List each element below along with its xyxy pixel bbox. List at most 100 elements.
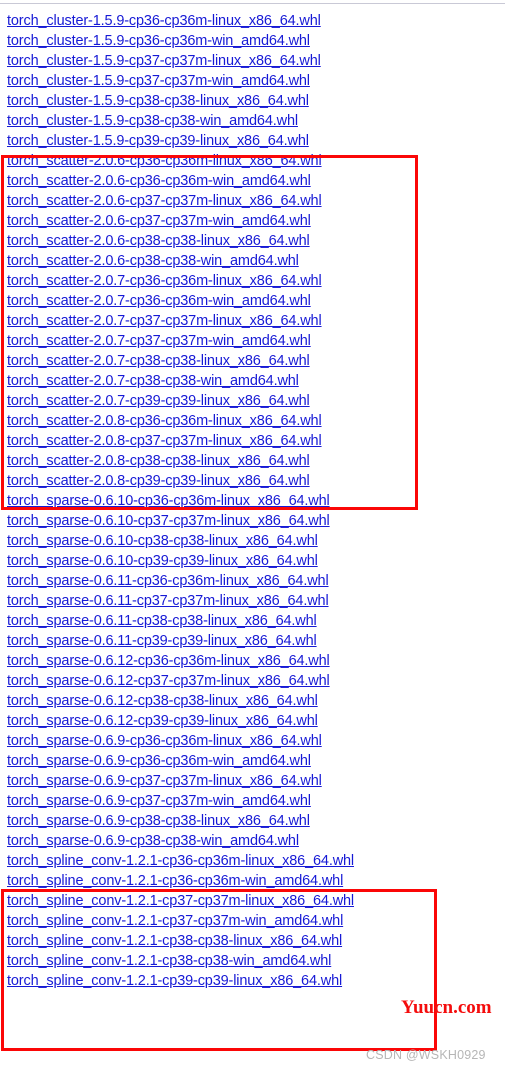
file-link[interactable]: torch_scatter-2.0.7-cp36-cp36m-win_amd64… bbox=[7, 293, 311, 309]
file-link[interactable]: torch_scatter-2.0.8-cp38-cp38-linux_x86_… bbox=[7, 453, 310, 469]
file-list-item[interactable]: torch_scatter-2.0.6-cp36-cp36m-linux_x86… bbox=[0, 151, 505, 171]
file-link[interactable]: torch_sparse-0.6.9-cp38-cp38-win_amd64.w… bbox=[7, 833, 299, 849]
wheel-file-list: torch_cluster-1.5.9-cp36-cp36m-linux_x86… bbox=[0, 11, 505, 991]
file-link[interactable]: torch_scatter-2.0.6-cp36-cp36m-linux_x86… bbox=[7, 153, 322, 169]
file-link[interactable]: torch_cluster-1.5.9-cp38-cp38-linux_x86_… bbox=[7, 93, 309, 109]
file-list-item[interactable]: torch_scatter-2.0.6-cp38-cp38-win_amd64.… bbox=[0, 251, 505, 271]
file-link[interactable]: torch_sparse-0.6.11-cp37-cp37m-linux_x86… bbox=[7, 593, 329, 609]
file-list-item[interactable]: torch_scatter-2.0.6-cp37-cp37m-win_amd64… bbox=[0, 211, 505, 231]
file-list-item[interactable]: torch_sparse-0.6.11-cp36-cp36m-linux_x86… bbox=[0, 571, 505, 591]
file-link[interactable]: torch_sparse-0.6.9-cp37-cp37m-linux_x86_… bbox=[7, 773, 322, 789]
file-list-item[interactable]: torch_sparse-0.6.12-cp37-cp37m-linux_x86… bbox=[0, 671, 505, 691]
file-list-item[interactable]: torch_sparse-0.6.9-cp38-cp38-win_amd64.w… bbox=[0, 831, 505, 851]
file-link[interactable]: torch_scatter-2.0.7-cp36-cp36m-linux_x86… bbox=[7, 273, 322, 289]
file-link[interactable]: torch_sparse-0.6.11-cp38-cp38-linux_x86_… bbox=[7, 613, 317, 629]
file-link[interactable]: torch_spline_conv-1.2.1-cp37-cp37m-win_a… bbox=[7, 913, 343, 929]
file-link[interactable]: torch_scatter-2.0.6-cp37-cp37m-linux_x86… bbox=[7, 193, 322, 209]
file-link[interactable]: torch_sparse-0.6.9-cp36-cp36m-linux_x86_… bbox=[7, 733, 322, 749]
file-list-item[interactable]: torch_scatter-2.0.6-cp36-cp36m-win_amd64… bbox=[0, 171, 505, 191]
file-link[interactable]: torch_sparse-0.6.10-cp37-cp37m-linux_x86… bbox=[7, 513, 330, 529]
file-list-item[interactable]: torch_scatter-2.0.8-cp36-cp36m-linux_x86… bbox=[0, 411, 505, 431]
file-list-item[interactable]: torch_scatter-2.0.7-cp37-cp37m-linux_x86… bbox=[0, 311, 505, 331]
file-list-item[interactable]: torch_sparse-0.6.10-cp37-cp37m-linux_x86… bbox=[0, 511, 505, 531]
file-list-item[interactable]: torch_sparse-0.6.11-cp37-cp37m-linux_x86… bbox=[0, 591, 505, 611]
file-link[interactable]: torch_cluster-1.5.9-cp37-cp37m-win_amd64… bbox=[7, 73, 310, 89]
file-link[interactable]: torch_scatter-2.0.8-cp37-cp37m-linux_x86… bbox=[7, 433, 322, 449]
file-list-item[interactable]: torch_cluster-1.5.9-cp39-cp39-linux_x86_… bbox=[0, 131, 505, 151]
file-list-item[interactable]: torch_scatter-2.0.8-cp38-cp38-linux_x86_… bbox=[0, 451, 505, 471]
file-list-item[interactable]: torch_cluster-1.5.9-cp36-cp36m-linux_x86… bbox=[0, 11, 505, 31]
file-list-item[interactable]: torch_cluster-1.5.9-cp38-cp38-win_amd64.… bbox=[0, 111, 505, 131]
file-link[interactable]: torch_scatter-2.0.8-cp39-cp39-linux_x86_… bbox=[7, 473, 310, 489]
file-link[interactable]: torch_sparse-0.6.10-cp38-cp38-linux_x86_… bbox=[7, 533, 318, 549]
file-list-item[interactable]: torch_cluster-1.5.9-cp38-cp38-linux_x86_… bbox=[0, 91, 505, 111]
file-list-item[interactable]: torch_sparse-0.6.9-cp36-cp36m-win_amd64.… bbox=[0, 751, 505, 771]
file-link[interactable]: torch_spline_conv-1.2.1-cp37-cp37m-linux… bbox=[7, 893, 354, 909]
file-list-item[interactable]: torch_scatter-2.0.8-cp37-cp37m-linux_x86… bbox=[0, 431, 505, 451]
file-list-item[interactable]: torch_sparse-0.6.12-cp36-cp36m-linux_x86… bbox=[0, 651, 505, 671]
file-list-item[interactable]: torch_sparse-0.6.9-cp38-cp38-linux_x86_6… bbox=[0, 811, 505, 831]
file-list-item[interactable]: torch_sparse-0.6.9-cp37-cp37m-linux_x86_… bbox=[0, 771, 505, 791]
file-list-item[interactable]: torch_spline_conv-1.2.1-cp37-cp37m-linux… bbox=[0, 891, 505, 911]
file-list-item[interactable]: torch_sparse-0.6.9-cp37-cp37m-win_amd64.… bbox=[0, 791, 505, 811]
file-link[interactable]: torch_scatter-2.0.6-cp38-cp38-linux_x86_… bbox=[7, 233, 310, 249]
file-link[interactable]: torch_scatter-2.0.6-cp36-cp36m-win_amd64… bbox=[7, 173, 311, 189]
file-list-item[interactable]: torch_sparse-0.6.11-cp38-cp38-linux_x86_… bbox=[0, 611, 505, 631]
file-list-item[interactable]: torch_scatter-2.0.8-cp39-cp39-linux_x86_… bbox=[0, 471, 505, 491]
file-list-item[interactable]: torch_scatter-2.0.6-cp37-cp37m-linux_x86… bbox=[0, 191, 505, 211]
file-link[interactable]: torch_scatter-2.0.6-cp38-cp38-win_amd64.… bbox=[7, 253, 299, 269]
file-link[interactable]: torch_sparse-0.6.12-cp37-cp37m-linux_x86… bbox=[7, 673, 330, 689]
file-link[interactable]: torch_sparse-0.6.11-cp39-cp39-linux_x86_… bbox=[7, 633, 317, 649]
file-list-item[interactable]: torch_scatter-2.0.6-cp38-cp38-linux_x86_… bbox=[0, 231, 505, 251]
file-link[interactable]: torch_sparse-0.6.12-cp38-cp38-linux_x86_… bbox=[7, 693, 318, 709]
file-link[interactable]: torch_sparse-0.6.10-cp39-cp39-linux_x86_… bbox=[7, 553, 318, 569]
file-list-item[interactable]: torch_spline_conv-1.2.1-cp36-cp36m-linux… bbox=[0, 851, 505, 871]
file-list-item[interactable]: torch_cluster-1.5.9-cp37-cp37m-win_amd64… bbox=[0, 71, 505, 91]
file-link[interactable]: torch_sparse-0.6.12-cp39-cp39-linux_x86_… bbox=[7, 713, 318, 729]
file-link[interactable]: torch_spline_conv-1.2.1-cp39-cp39-linux_… bbox=[7, 973, 342, 989]
file-link[interactable]: torch_spline_conv-1.2.1-cp36-cp36m-linux… bbox=[7, 853, 354, 869]
file-link[interactable]: torch_scatter-2.0.7-cp38-cp38-linux_x86_… bbox=[7, 353, 310, 369]
file-link[interactable]: torch_scatter-2.0.7-cp39-cp39-linux_x86_… bbox=[7, 393, 310, 409]
file-link[interactable]: torch_sparse-0.6.12-cp36-cp36m-linux_x86… bbox=[7, 653, 330, 669]
file-link[interactable]: torch_scatter-2.0.6-cp37-cp37m-win_amd64… bbox=[7, 213, 311, 229]
file-link[interactable]: torch_cluster-1.5.9-cp36-cp36m-win_amd64… bbox=[7, 33, 310, 49]
watermark-site: Yuucn.com bbox=[401, 997, 492, 1018]
file-list-item[interactable]: torch_scatter-2.0.7-cp36-cp36m-win_amd64… bbox=[0, 291, 505, 311]
file-list-item[interactable]: torch_scatter-2.0.7-cp39-cp39-linux_x86_… bbox=[0, 391, 505, 411]
file-link[interactable]: torch_scatter-2.0.7-cp38-cp38-win_amd64.… bbox=[7, 373, 299, 389]
file-list-item[interactable]: torch_sparse-0.6.12-cp39-cp39-linux_x86_… bbox=[0, 711, 505, 731]
file-list-item[interactable]: torch_spline_conv-1.2.1-cp37-cp37m-win_a… bbox=[0, 911, 505, 931]
file-list-item[interactable]: torch_spline_conv-1.2.1-cp38-cp38-win_am… bbox=[0, 951, 505, 971]
file-list-item[interactable]: torch_sparse-0.6.12-cp38-cp38-linux_x86_… bbox=[0, 691, 505, 711]
file-link[interactable]: torch_cluster-1.5.9-cp37-cp37m-linux_x86… bbox=[7, 53, 321, 69]
file-list-item[interactable]: torch_cluster-1.5.9-cp36-cp36m-win_amd64… bbox=[0, 31, 505, 51]
file-list-item[interactable]: torch_scatter-2.0.7-cp36-cp36m-linux_x86… bbox=[0, 271, 505, 291]
file-link[interactable]: torch_sparse-0.6.9-cp36-cp36m-win_amd64.… bbox=[7, 753, 311, 769]
file-list-item[interactable]: torch_sparse-0.6.10-cp36-cp36m-linux_x86… bbox=[0, 491, 505, 511]
file-list-item[interactable]: torch_spline_conv-1.2.1-cp39-cp39-linux_… bbox=[0, 971, 505, 991]
file-list-item[interactable]: torch_sparse-0.6.9-cp36-cp36m-linux_x86_… bbox=[0, 731, 505, 751]
file-link[interactable]: torch_spline_conv-1.2.1-cp36-cp36m-win_a… bbox=[7, 873, 343, 889]
file-link[interactable]: torch_scatter-2.0.7-cp37-cp37m-win_amd64… bbox=[7, 333, 311, 349]
file-list-item[interactable]: torch_sparse-0.6.10-cp39-cp39-linux_x86_… bbox=[0, 551, 505, 571]
file-link[interactable]: torch_sparse-0.6.11-cp36-cp36m-linux_x86… bbox=[7, 573, 329, 589]
file-link[interactable]: torch_sparse-0.6.9-cp37-cp37m-win_amd64.… bbox=[7, 793, 311, 809]
file-link[interactable]: torch_sparse-0.6.10-cp36-cp36m-linux_x86… bbox=[7, 493, 330, 509]
file-list-item[interactable]: torch_sparse-0.6.10-cp38-cp38-linux_x86_… bbox=[0, 531, 505, 551]
file-link[interactable]: torch_cluster-1.5.9-cp38-cp38-win_amd64.… bbox=[7, 113, 298, 129]
file-link[interactable]: torch_spline_conv-1.2.1-cp38-cp38-linux_… bbox=[7, 933, 342, 949]
file-list-item[interactable]: torch_spline_conv-1.2.1-cp38-cp38-linux_… bbox=[0, 931, 505, 951]
file-link[interactable]: torch_scatter-2.0.7-cp37-cp37m-linux_x86… bbox=[7, 313, 322, 329]
file-list-item[interactable]: torch_sparse-0.6.11-cp39-cp39-linux_x86_… bbox=[0, 631, 505, 651]
file-link[interactable]: torch_cluster-1.5.9-cp39-cp39-linux_x86_… bbox=[7, 133, 309, 149]
file-link[interactable]: torch_sparse-0.6.9-cp38-cp38-linux_x86_6… bbox=[7, 813, 310, 829]
file-link[interactable]: torch_scatter-2.0.8-cp36-cp36m-linux_x86… bbox=[7, 413, 322, 429]
file-link[interactable]: torch_cluster-1.5.9-cp36-cp36m-linux_x86… bbox=[7, 13, 321, 29]
file-list-item[interactable]: torch_scatter-2.0.7-cp38-cp38-win_amd64.… bbox=[0, 371, 505, 391]
file-list-item[interactable]: torch_scatter-2.0.7-cp37-cp37m-win_amd64… bbox=[0, 331, 505, 351]
file-list-item[interactable]: torch_cluster-1.5.9-cp37-cp37m-linux_x86… bbox=[0, 51, 505, 71]
file-link[interactable]: torch_spline_conv-1.2.1-cp38-cp38-win_am… bbox=[7, 953, 331, 969]
file-list-item[interactable]: torch_scatter-2.0.7-cp38-cp38-linux_x86_… bbox=[0, 351, 505, 371]
file-list-item[interactable]: torch_spline_conv-1.2.1-cp36-cp36m-win_a… bbox=[0, 871, 505, 891]
